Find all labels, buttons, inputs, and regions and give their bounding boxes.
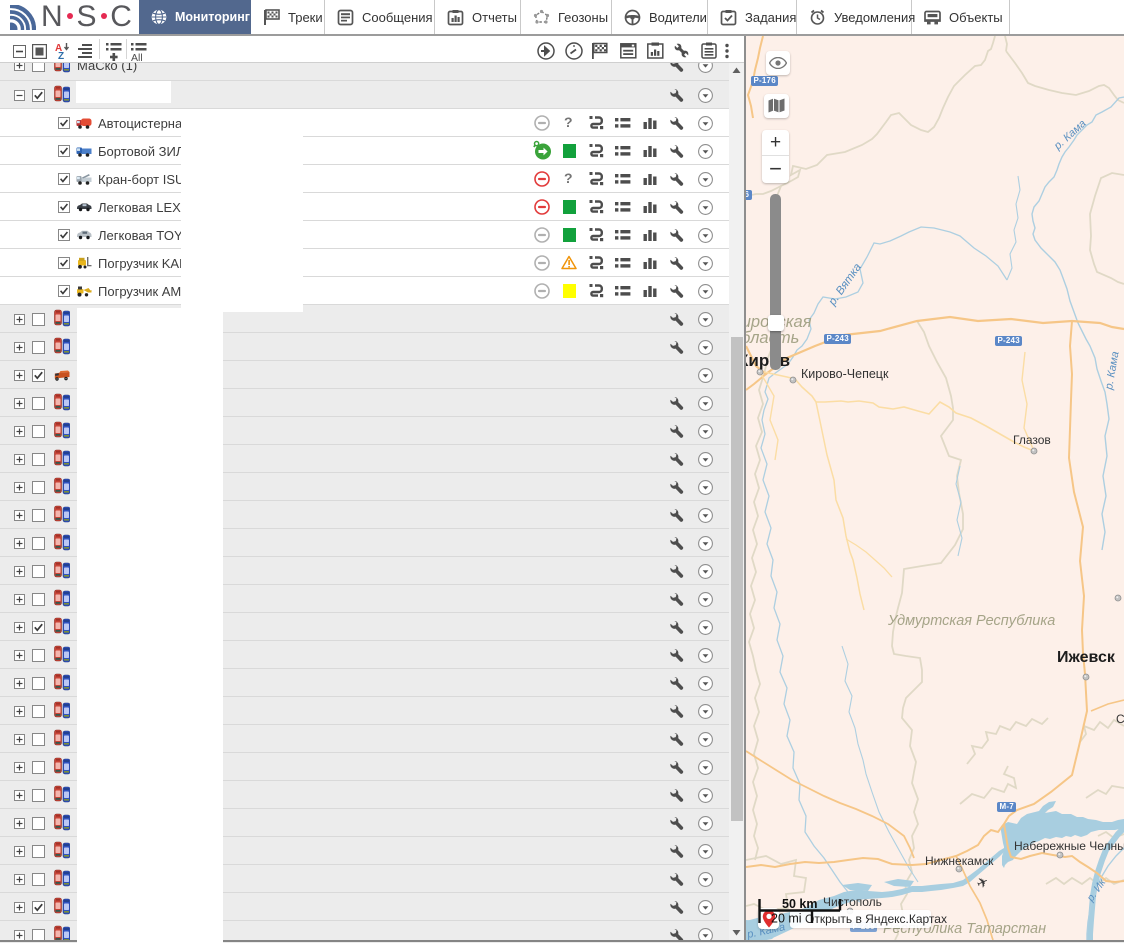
svg-text:All: All [131,52,143,62]
svg-text:20 mi: 20 mi [771,912,802,926]
svg-text:50 km: 50 km [782,897,817,911]
svg-text:Z: Z [58,51,64,60]
